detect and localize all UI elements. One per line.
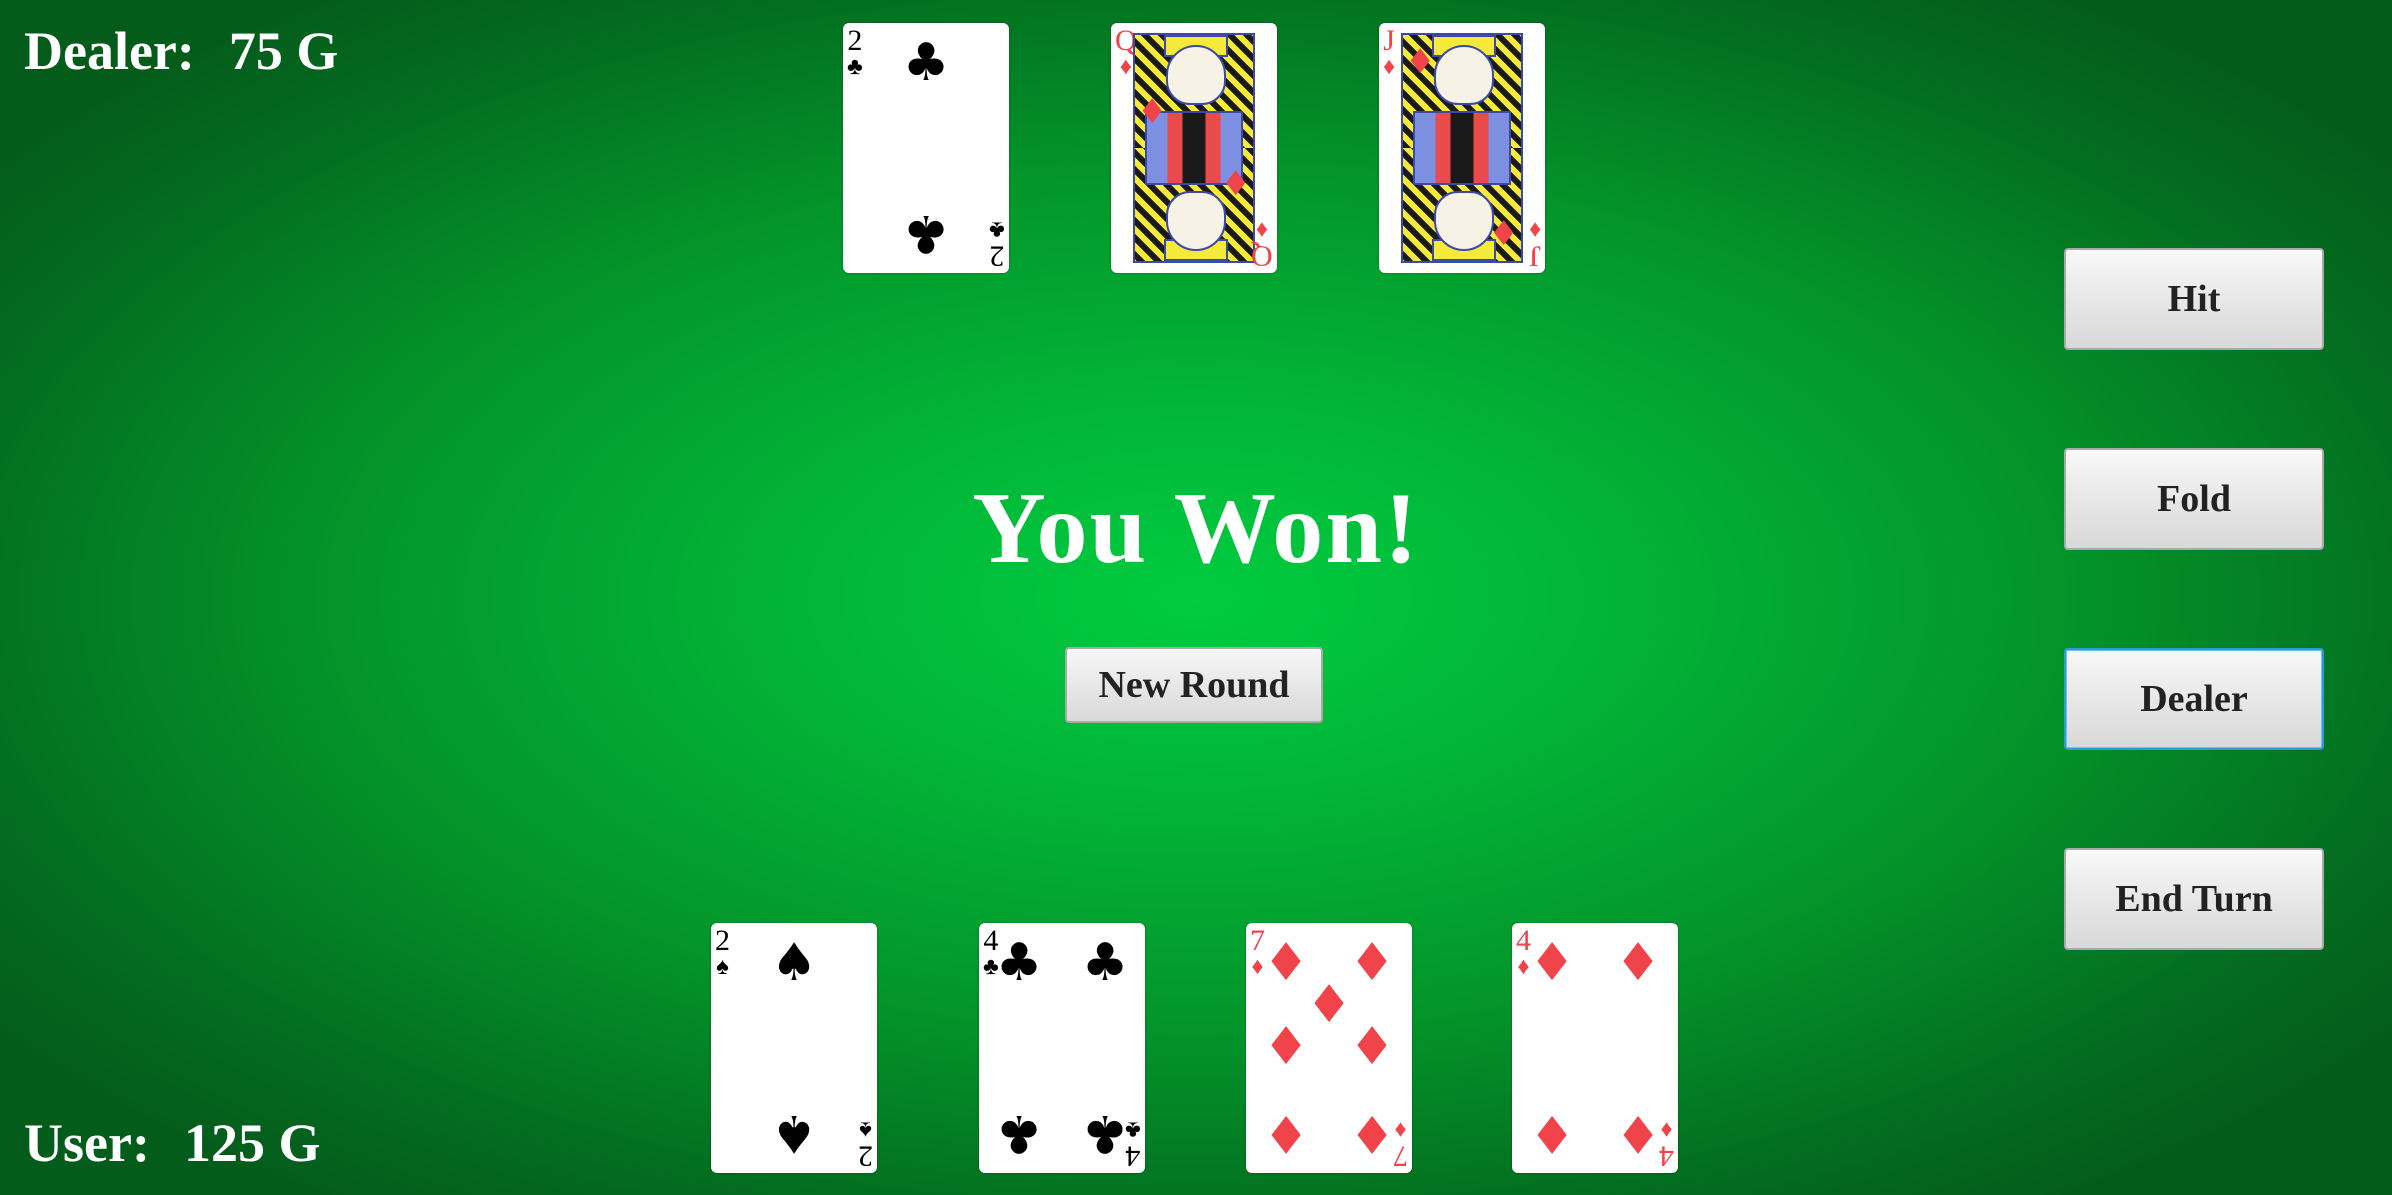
dealer-label: Dealer: bbox=[24, 21, 195, 81]
club-icon: ♣ bbox=[995, 933, 1043, 993]
end-turn-button[interactable]: End Turn bbox=[2064, 848, 2324, 950]
diamond-icon: ♦ bbox=[1405, 42, 1436, 82]
user-card-2: 4 ♣ ♣ ♣ ♣ ♣ 4 ♣ bbox=[979, 923, 1145, 1173]
jack-face-artwork: ♦ ♦ bbox=[1401, 33, 1523, 263]
card-corner-bottom: Q ♦ bbox=[1251, 216, 1273, 273]
diamond-icon: ♦ bbox=[1262, 1103, 1310, 1163]
diamond-icon: ♦ bbox=[1348, 1103, 1396, 1163]
dealer-card-3: J ♦ ♦ ♦ J ♦ bbox=[1379, 23, 1545, 273]
user-label: User: bbox=[24, 1113, 150, 1173]
card-corner-bottom: 4 ♦ bbox=[1659, 1116, 1674, 1173]
queen-face-artwork: ♦ ♦ bbox=[1133, 33, 1255, 263]
user-card-3: 7 ♦ ♦ ♦ ♦ ♦ ♦ ♦ ♦ 7 ♦ bbox=[1246, 923, 1412, 1173]
dealer-amount: 75 G bbox=[228, 21, 339, 81]
hit-button[interactable]: Hit bbox=[2064, 248, 2324, 350]
card-corner-bottom: 7 ♦ bbox=[1393, 1116, 1408, 1173]
diamond-icon: ♦ bbox=[1305, 975, 1353, 1035]
card-corner-bottom: J ♦ bbox=[1528, 216, 1541, 273]
card-corner-bottom: 2 ♠ bbox=[858, 1116, 873, 1173]
club-icon: ♣ bbox=[902, 33, 950, 93]
dealer-card-2: Q ♦ ♦ ♦ Q ♦ bbox=[1111, 23, 1277, 273]
diamond-icon: ♦ bbox=[1262, 1017, 1310, 1077]
dealer-button[interactable]: Dealer bbox=[2064, 648, 2324, 750]
spade-icon: ♠ bbox=[770, 933, 818, 993]
fold-button[interactable]: Fold bbox=[2064, 448, 2324, 550]
user-card-4: 4 ♦ ♦ ♦ ♦ ♦ 4 ♦ bbox=[1512, 923, 1678, 1173]
spade-icon: ♠ bbox=[770, 1103, 818, 1163]
club-icon: ♣ bbox=[1081, 1103, 1129, 1163]
diamond-icon: ♦ bbox=[1488, 214, 1519, 254]
club-icon: ♣ bbox=[1081, 933, 1129, 993]
user-amount: 125 G bbox=[183, 1113, 321, 1173]
diamond-icon: ♦ bbox=[1348, 1017, 1396, 1077]
card-corner-top: 2 ♠ bbox=[715, 924, 730, 980]
diamond-icon: ♦ bbox=[1528, 1103, 1576, 1163]
user-card-1: 2 ♠ ♠ ♠ 2 ♠ bbox=[711, 923, 877, 1173]
diamond-icon: ♦ bbox=[1262, 933, 1310, 993]
card-corner-top: 2 ♣ bbox=[847, 24, 863, 80]
diamond-icon: ♦ bbox=[1528, 933, 1576, 993]
card-corner-bottom: 4 ♣ bbox=[1125, 1116, 1141, 1173]
new-round-button[interactable]: New Round bbox=[1065, 647, 1323, 723]
card-corner-top: J ♦ bbox=[1383, 24, 1396, 80]
user-balance: User: 125 G bbox=[24, 1112, 320, 1174]
card-corner-bottom: 2 ♣ bbox=[989, 216, 1005, 273]
dealer-card-1: 2 ♣ ♣ ♣ 2 ♣ bbox=[843, 23, 1009, 273]
diamond-icon: ♦ bbox=[1348, 933, 1396, 993]
club-icon: ♣ bbox=[902, 203, 950, 263]
dealer-balance: Dealer: 75 G bbox=[24, 20, 338, 82]
diamond-icon: ♦ bbox=[1614, 933, 1662, 993]
diamond-icon: ♦ bbox=[1137, 92, 1168, 132]
club-icon: ♣ bbox=[995, 1103, 1043, 1163]
diamond-icon: ♦ bbox=[1220, 164, 1251, 204]
diamond-icon: ♦ bbox=[1614, 1103, 1662, 1163]
result-message: You Won! bbox=[972, 472, 1420, 585]
